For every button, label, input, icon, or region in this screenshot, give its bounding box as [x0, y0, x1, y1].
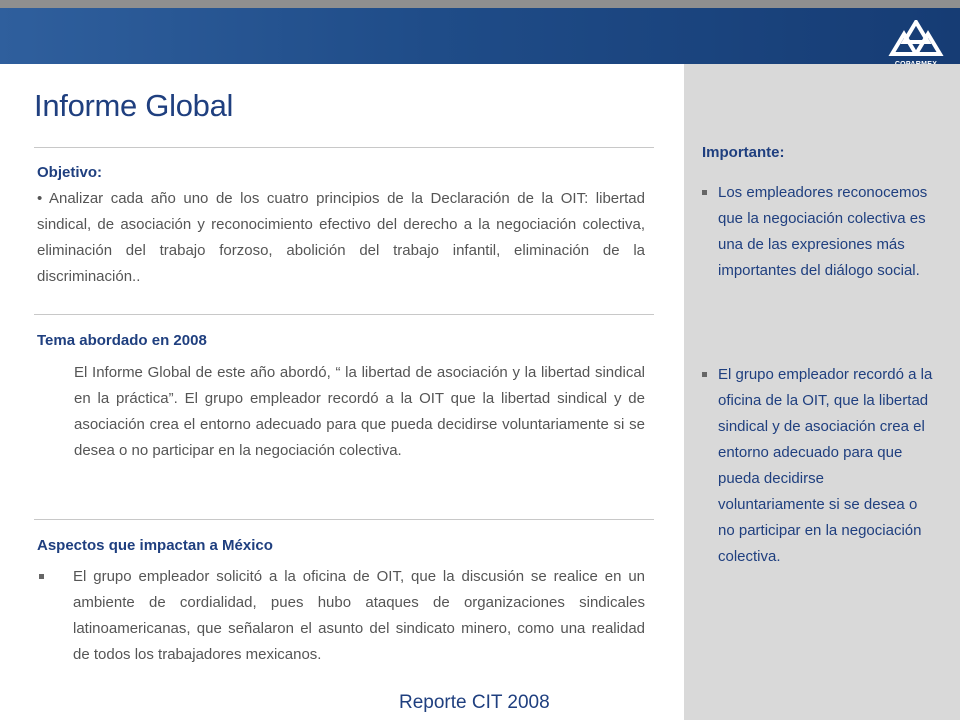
sidebar-heading: Importante: — [702, 144, 785, 161]
page-title: Informe Global — [34, 88, 234, 123]
top-gray-strip — [0, 0, 960, 8]
sidebar-item: El grupo empleador recordó a la oficina … — [702, 362, 934, 570]
header-banner: COPARMEX — [0, 8, 960, 68]
footer-report-label: Reporte CIT 2008 — [399, 692, 550, 713]
sidebar-item: Los empleadores reconocemos que la negoc… — [702, 180, 934, 284]
objetivo-heading: Objetivo: — [37, 164, 103, 181]
square-bullet-icon — [702, 190, 707, 195]
tema-heading: Tema abordado en 2008 — [37, 332, 207, 349]
divider-top — [34, 147, 654, 148]
square-bullet-icon — [702, 372, 707, 377]
tema-text: El Informe Global de este año abordó, “ … — [74, 364, 645, 459]
sidebar-item-text: El grupo empleador recordó a la oficina … — [718, 366, 933, 565]
objetivo-text: • Analizar cada año uno de los cuatro pr… — [37, 190, 645, 285]
logo-icon — [888, 20, 944, 56]
sidebar-list: Los empleadores reconocemos que la negoc… — [702, 180, 934, 284]
divider-middle — [34, 314, 654, 315]
aspectos-item-text: El grupo empleador solicitó a la oficina… — [73, 568, 645, 663]
square-bullet-icon — [39, 574, 44, 579]
coparmex-logo: COPARMEX — [888, 20, 944, 68]
sidebar-list-2: El grupo empleador recordó a la oficina … — [702, 362, 934, 570]
aspectos-item: El grupo empleador solicitó a la oficina… — [37, 564, 645, 668]
aspectos-list: El grupo empleador solicitó a la oficina… — [37, 564, 645, 668]
divider-bottom — [34, 519, 654, 520]
sidebar-item-text: Los empleadores reconocemos que la negoc… — [718, 184, 928, 279]
aspectos-heading: Aspectos que impactan a México — [37, 537, 273, 554]
